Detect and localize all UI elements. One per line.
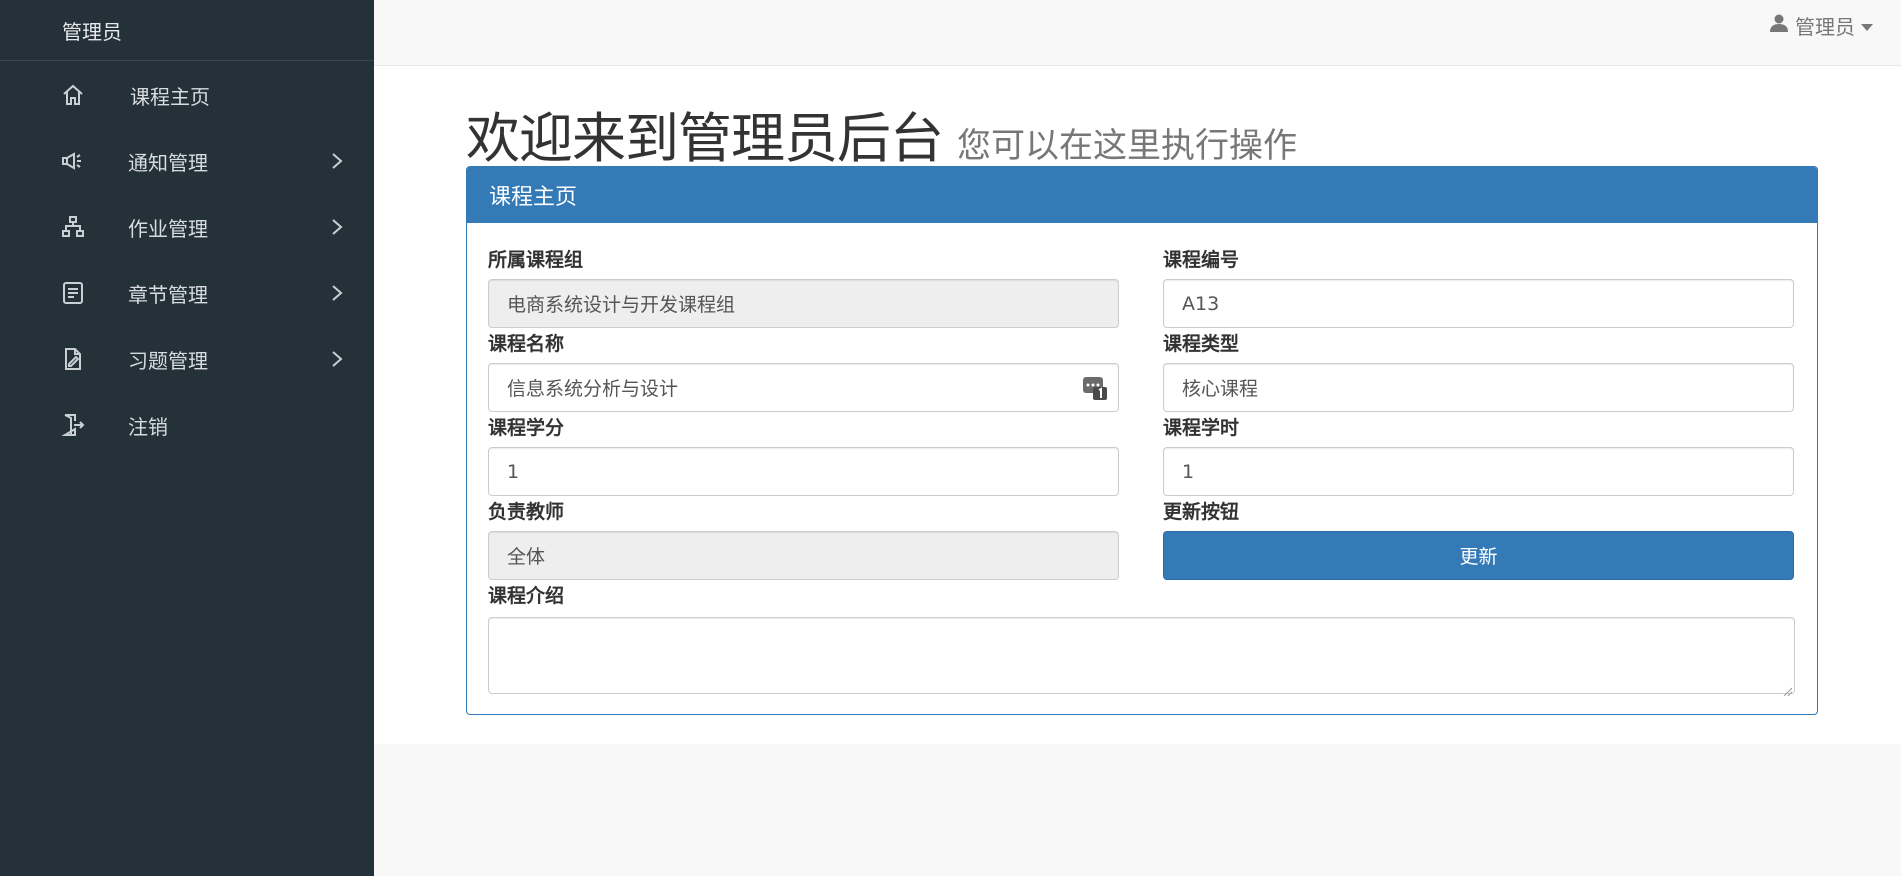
sidebar-item-label: 通知管理 [128, 150, 208, 175]
course-group-label: 所属课程组 [488, 249, 584, 271]
update-button-label: 更新按钮 [1163, 501, 1240, 523]
caret-down-icon [1861, 13, 1873, 37]
panel-heading: 课程主页 [467, 167, 1817, 223]
logout-door-icon [60, 412, 86, 438]
sidebar-item-homework[interactable]: 作业管理 [0, 202, 374, 252]
user-icon [1769, 13, 1789, 38]
page-title: 欢迎来到管理员后台 [466, 107, 944, 170]
intro-label: 课程介绍 [488, 585, 565, 607]
sidebar-item-label: 章节管理 [128, 282, 208, 307]
sidebar-item-logout[interactable]: 注销 [0, 400, 374, 450]
intro-textarea[interactable] [488, 617, 1795, 697]
resize-grip-icon[interactable] [1782, 681, 1793, 697]
sidebar-item-label: 注销 [128, 414, 168, 439]
teacher-field: 全体 [488, 531, 1119, 580]
course-type-label: 课程类型 [1163, 333, 1240, 355]
sidebar-item-label: 习题管理 [128, 348, 208, 373]
hours-input[interactable]: 1 [1163, 447, 1794, 496]
teacher-label: 负责教师 [488, 501, 565, 523]
document-list-icon [60, 280, 86, 306]
top-navbar: 管理员 [374, 0, 1901, 66]
chevron-right-icon [326, 150, 348, 172]
user-menu-label: 管理员 [1795, 14, 1855, 39]
chevron-right-icon [326, 216, 348, 238]
course-code-label: 课程编号 [1163, 249, 1240, 271]
credits-label: 课程学分 [488, 417, 565, 439]
hours-label: 课程学时 [1163, 417, 1240, 439]
course-type-input[interactable]: 核心课程 [1163, 363, 1794, 412]
megaphone-icon [60, 148, 86, 174]
course-panel: 课程主页 所属课程组 电商系统设计与开发课程组 课程编号 A13 课程名称 信息… [466, 166, 1818, 715]
home-icon [60, 82, 86, 108]
input-method-icon[interactable] [1082, 375, 1108, 401]
sidebar-item-label: 作业管理 [128, 216, 208, 241]
sidebar-item-chapters[interactable]: 章节管理 [0, 268, 374, 318]
course-name-value: 信息系统分析与设计 [507, 378, 679, 400]
update-button[interactable]: 更新 [1163, 531, 1794, 580]
sidebar-item-label: 课程主页 [130, 84, 210, 109]
chevron-right-icon [326, 348, 348, 370]
sidebar-item-notices[interactable]: 通知管理 [0, 136, 374, 186]
course-name-input[interactable]: 信息系统分析与设计 [488, 363, 1119, 412]
page-header: 欢迎来到管理员后台 您可以在这里执行操作 [466, 94, 1297, 173]
sidebar-item-course-home[interactable]: 课程主页 [0, 70, 374, 120]
user-menu-dropdown[interactable]: 管理员 [1769, 12, 1873, 39]
credits-input[interactable]: 1 [488, 447, 1119, 496]
course-name-label: 课程名称 [488, 333, 565, 355]
sidebar-brand: 管理员 [0, 0, 374, 61]
edit-document-icon [60, 346, 86, 372]
main-area: 管理员 欢迎来到管理员后台 您可以在这里执行操作 课程主页 所属课程组 电商系统… [374, 0, 1901, 876]
sidebar-item-exercises[interactable]: 习题管理 [0, 334, 374, 384]
course-code-input[interactable]: A13 [1163, 279, 1794, 328]
chevron-right-icon [326, 282, 348, 304]
page-content: 欢迎来到管理员后台 您可以在这里执行操作 课程主页 所属课程组 电商系统设计与开… [374, 66, 1901, 744]
page-subtitle: 您可以在这里执行操作 [957, 126, 1297, 166]
sidebar: 管理员 课程主页 通知管理 作业管理 章节管理 习题管理 注销 [0, 0, 374, 876]
course-group-field: 电商系统设计与开发课程组 [488, 279, 1119, 328]
sitemap-icon [60, 214, 86, 240]
